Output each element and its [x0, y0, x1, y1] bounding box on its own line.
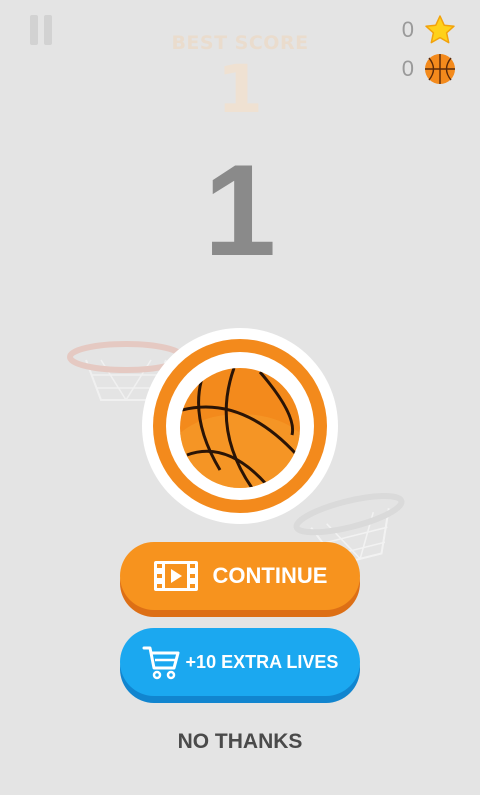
continue-label: CONTINUE	[212, 563, 328, 588]
stars-count: 0	[401, 17, 414, 42]
balls-counter: 0	[402, 53, 456, 85]
basketball-icon	[180, 368, 300, 488]
extra-lives-label: +10 EXTRA LIVES	[185, 651, 339, 672]
star-icon	[425, 15, 455, 44]
stars-counter: 0	[402, 14, 456, 46]
continue-button[interactable]: CONTINUE	[120, 542, 360, 610]
extra-lives-button[interactable]: +10 EXTRA LIVES	[120, 628, 360, 696]
balls-count: 0	[401, 56, 414, 81]
no-thanks-button[interactable]: NO THANKS	[0, 730, 480, 754]
basketball-icon	[425, 54, 455, 84]
current-score: 1	[203, 137, 277, 283]
video-icon	[153, 561, 198, 591]
shopping-cart-icon	[142, 646, 180, 680]
